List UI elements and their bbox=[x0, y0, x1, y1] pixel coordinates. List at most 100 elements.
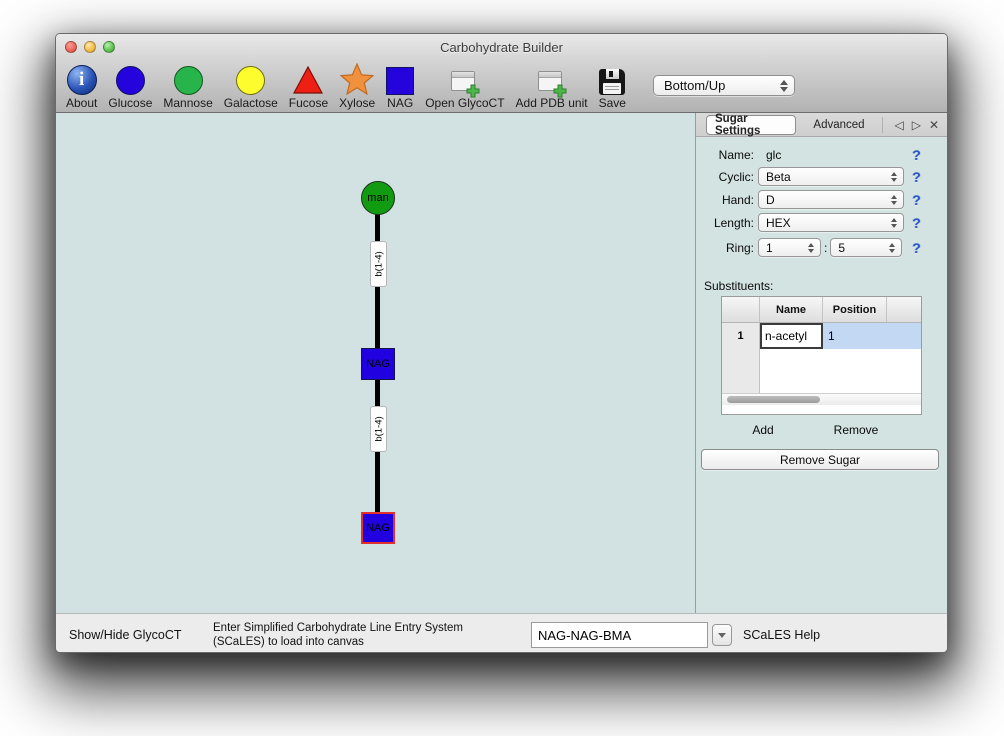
substituent-name-cell[interactable]: n-acetyl bbox=[760, 323, 823, 349]
remove-sugar-button[interactable]: Remove Sugar bbox=[701, 449, 939, 470]
cyclic-select[interactable]: Beta bbox=[758, 167, 904, 186]
node-nag-2-selected[interactable]: NAG bbox=[361, 512, 395, 544]
bond-label: b(1-4) bbox=[370, 241, 387, 287]
stepper-arrows-icon bbox=[891, 218, 897, 228]
add-substituent-button[interactable]: Add bbox=[736, 423, 790, 437]
nag-button[interactable]: NAG bbox=[386, 63, 414, 110]
tab-prev-icon[interactable]: ◁ bbox=[894, 118, 903, 132]
cyclic-help-icon[interactable]: ? bbox=[909, 169, 924, 185]
ring-start-stepper[interactable]: 1 bbox=[758, 238, 821, 257]
scales-help-button[interactable]: SCaLES Help bbox=[743, 628, 820, 642]
ring-colon: : bbox=[824, 241, 827, 255]
node-nag-1[interactable]: NAG bbox=[361, 348, 395, 380]
node-man[interactable]: man bbox=[361, 181, 395, 215]
length-select[interactable]: HEX bbox=[758, 213, 904, 232]
cyclic-value: Beta bbox=[766, 170, 791, 184]
ring-end-value: 5 bbox=[838, 241, 845, 255]
stepper-arrows-icon bbox=[808, 243, 814, 253]
green-circle-icon bbox=[174, 66, 203, 95]
glucose-button[interactable]: Glucose bbox=[108, 63, 152, 110]
hand-label: Hand: bbox=[696, 193, 754, 207]
scales-caption: Enter Simplified Carbohydrate Line Entry… bbox=[213, 621, 463, 649]
chevron-down-icon bbox=[718, 633, 726, 638]
window-plus-icon bbox=[451, 71, 478, 95]
blue-circle-icon bbox=[116, 66, 145, 95]
window-title: Carbohydrate Builder bbox=[56, 40, 947, 55]
ring-end-stepper[interactable]: 5 bbox=[830, 238, 902, 257]
tab-close-icon[interactable]: ✕ bbox=[929, 118, 939, 132]
stepper-arrows-icon bbox=[891, 172, 897, 182]
app-window: Carbohydrate Builder i About Glucose Man… bbox=[55, 33, 948, 653]
table-row[interactable]: 1 n-acetyl 1 bbox=[722, 323, 921, 349]
yellow-circle-icon bbox=[236, 66, 265, 95]
blue-square-icon bbox=[386, 67, 414, 95]
bond-label: b(1-4) bbox=[370, 406, 387, 452]
tab-separator bbox=[882, 117, 883, 133]
tool-label: Xylose bbox=[339, 96, 375, 110]
open-glycoct-button[interactable]: Open GlycoCT bbox=[425, 63, 504, 110]
sugar-settings-panel: Sugar Settings Advanced ◁ ▷ ✕ Name: glc … bbox=[695, 113, 947, 613]
toolbar: i About Glucose Mannose Galactose Fucose… bbox=[56, 61, 947, 113]
stepper-arrows-icon bbox=[891, 195, 897, 205]
substituents-table: Name Position 1 n-acetyl 1 bbox=[721, 296, 922, 415]
tab-next-icon[interactable]: ▷ bbox=[912, 118, 921, 132]
tool-label: Glucose bbox=[108, 96, 152, 110]
tool-label: Galactose bbox=[224, 96, 278, 110]
popup-arrows-icon bbox=[780, 80, 788, 92]
length-value: HEX bbox=[766, 216, 791, 230]
remove-substituent-button[interactable]: Remove bbox=[820, 423, 892, 437]
info-icon: i bbox=[67, 65, 97, 95]
add-pdb-unit-button[interactable]: Add PDB unit bbox=[516, 63, 588, 110]
row-extra bbox=[887, 323, 921, 349]
statusbar: Show/Hide GlycoCT Enter Simplified Carbo… bbox=[56, 613, 947, 653]
name-value: glc bbox=[766, 148, 781, 162]
header-position: Position bbox=[823, 297, 887, 322]
titlebar: Carbohydrate Builder bbox=[56, 34, 947, 61]
tool-label: Add PDB unit bbox=[516, 96, 588, 110]
tool-label: About bbox=[66, 96, 97, 110]
glycan-canvas[interactable]: man b(1-4) NAG b(1-4) NAG bbox=[56, 113, 697, 613]
length-help-icon[interactable]: ? bbox=[909, 215, 924, 231]
ring-label: Ring: bbox=[696, 241, 754, 255]
xylose-button[interactable]: Xylose bbox=[339, 63, 375, 110]
header-index bbox=[722, 297, 760, 322]
about-button[interactable]: i About bbox=[66, 63, 97, 110]
hand-select[interactable]: D bbox=[758, 190, 904, 209]
ring-help-icon[interactable]: ? bbox=[909, 240, 924, 256]
table-header: Name Position bbox=[722, 297, 921, 323]
galactose-button[interactable]: Galactose bbox=[224, 63, 278, 110]
scales-input[interactable] bbox=[531, 622, 708, 648]
tab-sugar-settings[interactable]: Sugar Settings bbox=[706, 115, 796, 135]
window-plus-icon bbox=[538, 71, 565, 95]
hand-help-icon[interactable]: ? bbox=[909, 192, 924, 208]
stepper-arrows-icon bbox=[889, 243, 895, 253]
fucose-button[interactable]: Fucose bbox=[289, 63, 328, 110]
tool-label: Open GlycoCT bbox=[425, 96, 504, 110]
header-extra bbox=[887, 297, 921, 322]
cyclic-label: Cyclic: bbox=[696, 170, 754, 184]
floppy-icon bbox=[599, 69, 625, 95]
tool-label: Fucose bbox=[289, 96, 328, 110]
scales-history-dropdown-button[interactable] bbox=[712, 624, 732, 646]
table-body bbox=[722, 349, 921, 393]
scrollbar-thumb[interactable] bbox=[727, 396, 820, 403]
tab-advanced[interactable]: Advanced bbox=[800, 115, 878, 135]
substituents-label: Substituents: bbox=[704, 279, 773, 293]
tool-label: Mannose bbox=[163, 96, 212, 110]
show-hide-glycoct-button[interactable]: Show/Hide GlycoCT bbox=[69, 628, 182, 642]
tool-label: NAG bbox=[387, 96, 413, 110]
orientation-select[interactable]: Bottom/Up bbox=[653, 75, 795, 96]
table-horizontal-scrollbar[interactable] bbox=[722, 393, 921, 405]
tool-label: Save bbox=[599, 96, 626, 110]
panel-tabstrip: Sugar Settings Advanced ◁ ▷ ✕ bbox=[696, 113, 947, 137]
substituent-position-cell[interactable]: 1 bbox=[823, 323, 887, 349]
save-button[interactable]: Save bbox=[599, 63, 626, 110]
ring-start-value: 1 bbox=[766, 241, 773, 255]
orientation-value: Bottom/Up bbox=[664, 78, 725, 93]
length-label: Length: bbox=[696, 216, 754, 230]
name-label: Name: bbox=[696, 148, 754, 162]
name-help-icon[interactable]: ? bbox=[909, 147, 924, 163]
mannose-button[interactable]: Mannose bbox=[163, 63, 212, 110]
orange-star-icon bbox=[340, 63, 374, 95]
hand-value: D bbox=[766, 193, 775, 207]
